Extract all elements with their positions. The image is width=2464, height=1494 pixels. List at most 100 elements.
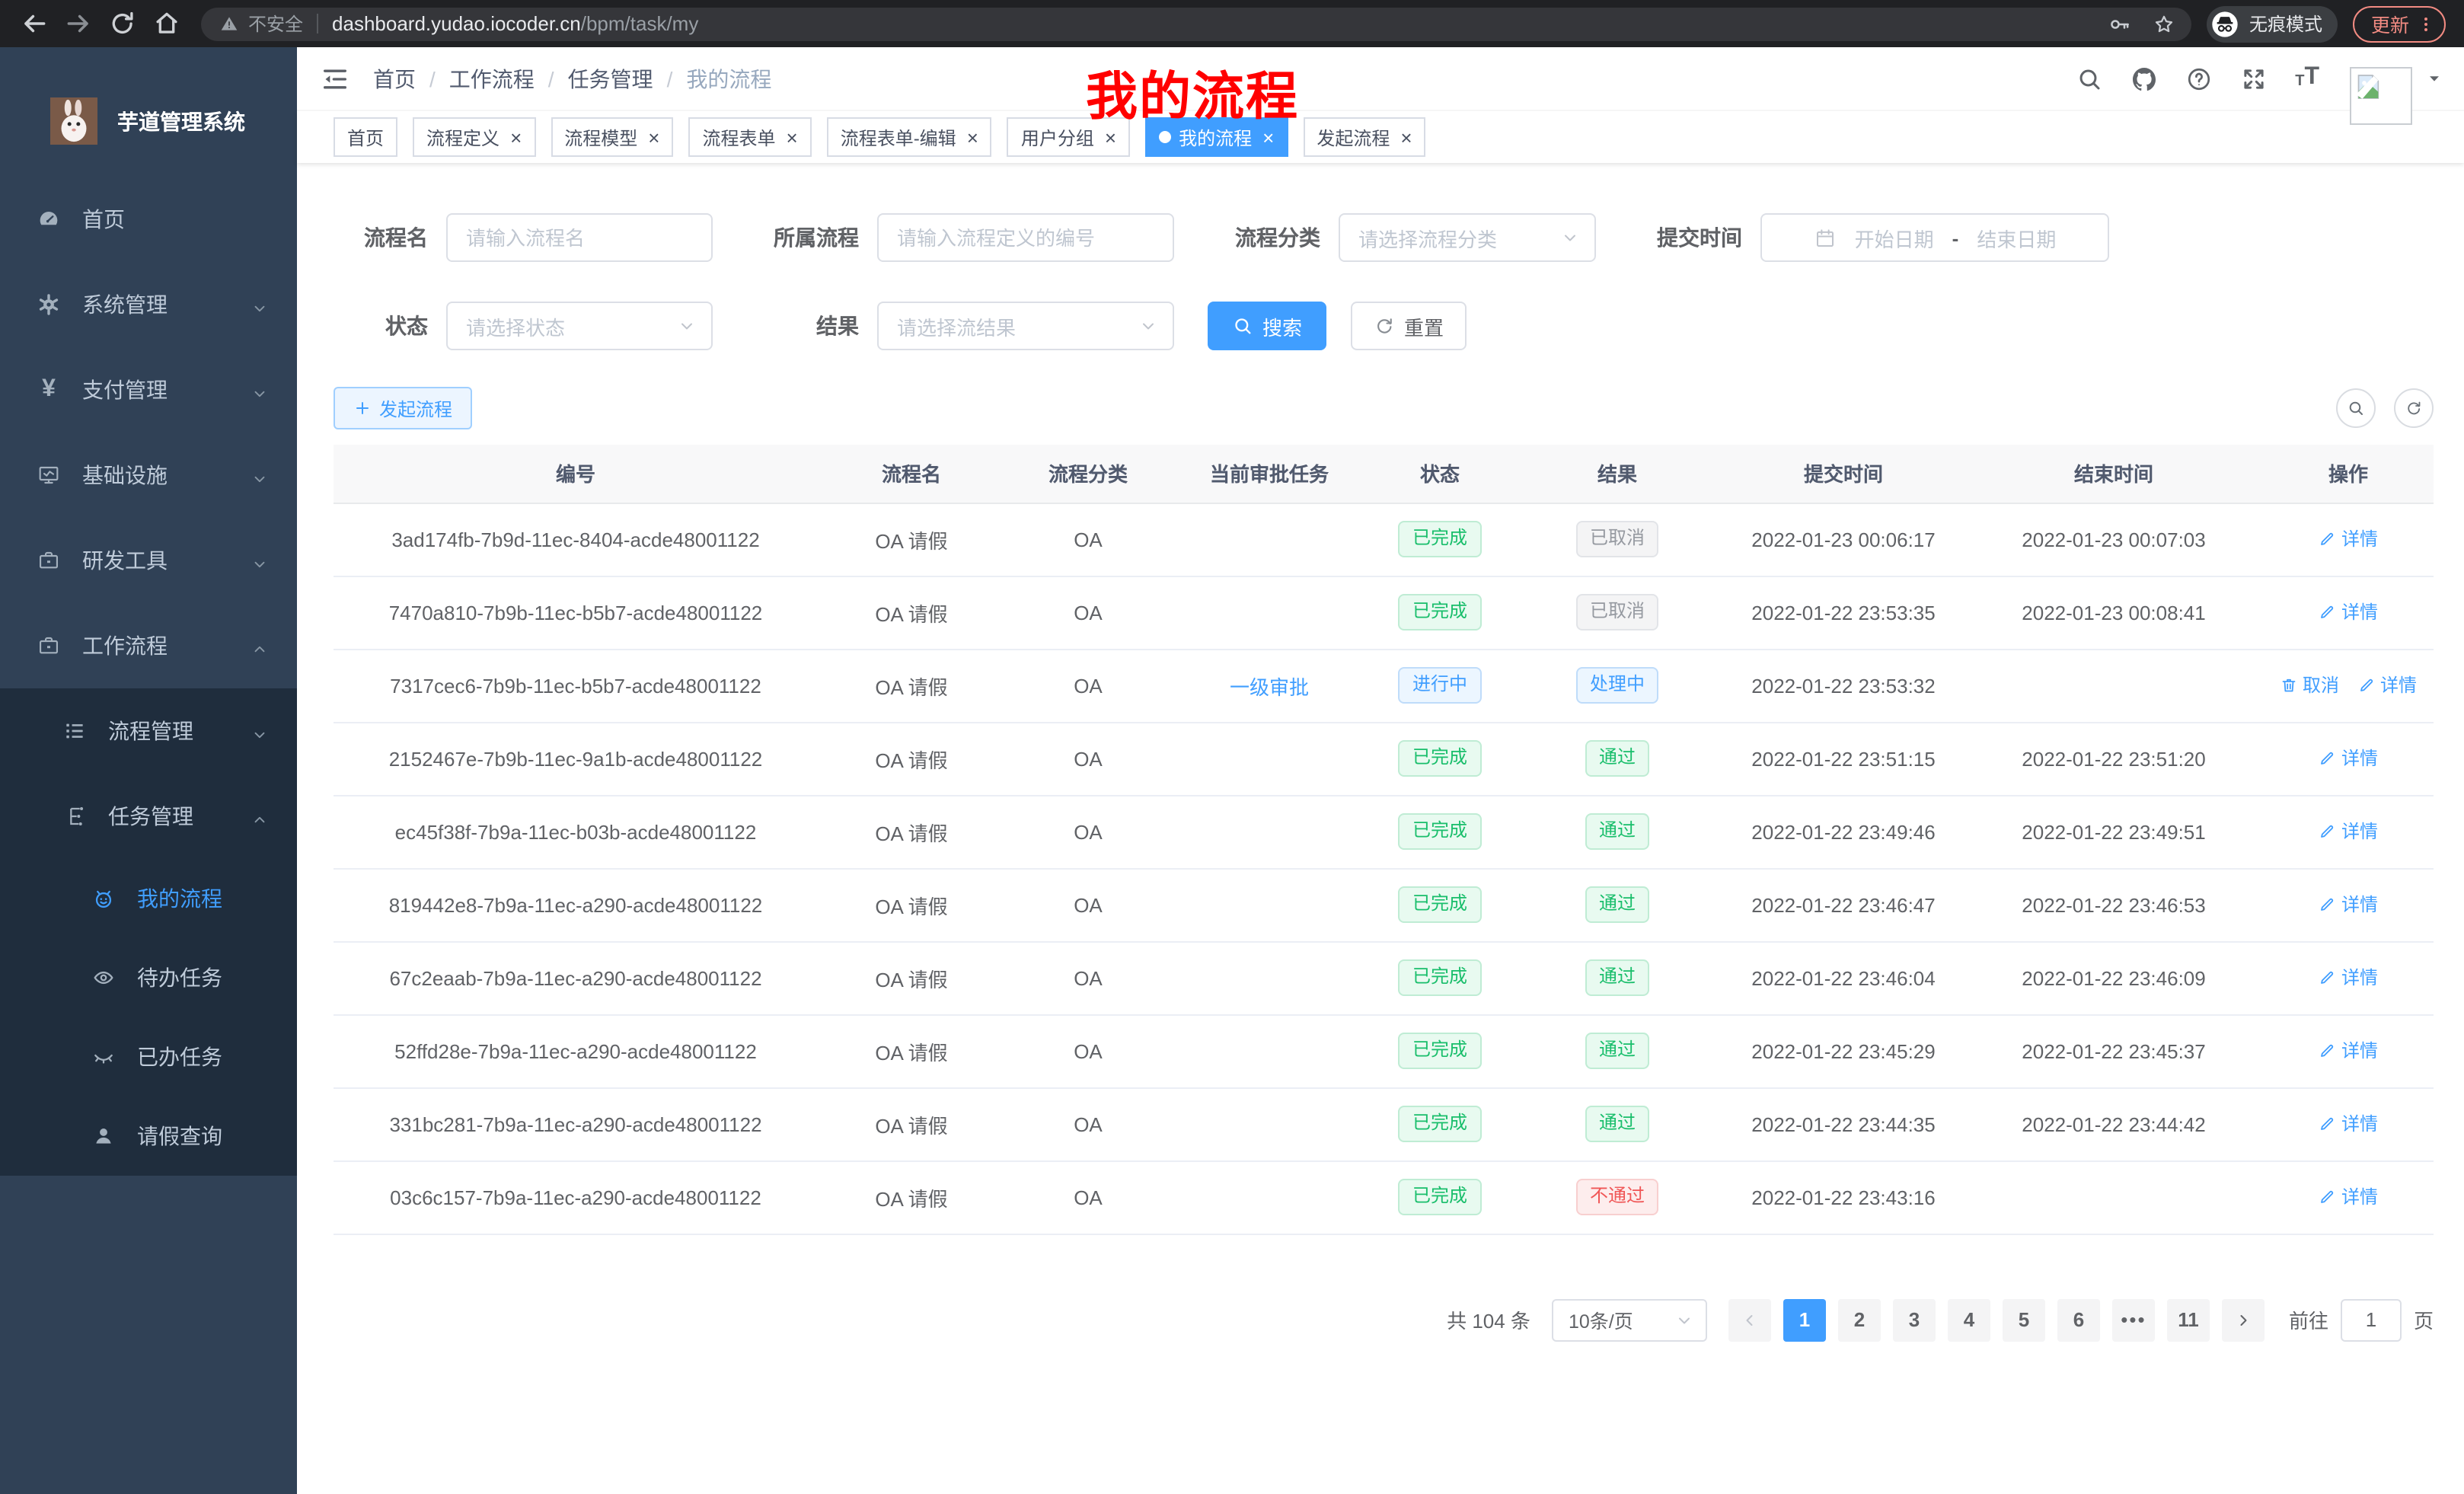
update-button[interactable]: 更新 — [2353, 5, 2446, 42]
process-def-input[interactable] — [877, 213, 1174, 262]
sidebar-item[interactable]: ¥支付管理 — [0, 347, 297, 433]
detail-link[interactable]: 详情 — [2319, 1184, 2378, 1210]
cell-result: 已取消 — [1512, 576, 1722, 649]
github-icon[interactable] — [2130, 65, 2158, 92]
sidebar-item[interactable]: 请假查询 — [0, 1097, 297, 1176]
breadcrumb-item[interactable]: 工作流程 — [449, 63, 535, 94]
cancel-link[interactable]: 取消 — [2280, 672, 2339, 698]
sidebar-collapse-icon[interactable] — [320, 63, 350, 94]
detail-link[interactable]: 详情 — [2319, 819, 2378, 844]
browser-back-icon[interactable] — [20, 9, 49, 38]
cell-status: 已完成 — [1368, 1087, 1512, 1160]
more-pages-button[interactable]: ••• — [2112, 1298, 2155, 1341]
detail-link[interactable]: 详情 — [2319, 745, 2378, 771]
table-toolbar: 发起流程 — [334, 387, 2434, 429]
cell-id: 331bc281-7b9a-11ec-a290-acde48001122 — [334, 1087, 818, 1160]
chevron-up-icon — [251, 808, 268, 825]
sidebar-item[interactable]: 任务管理 — [0, 774, 297, 859]
tab-label: 流程表单-编辑 — [841, 124, 956, 150]
password-key-icon[interactable] — [2108, 11, 2132, 36]
submit-time-range[interactable]: 开始日期 - 结束日期 — [1760, 213, 2109, 262]
sidebar-item[interactable]: 基础设施 — [0, 433, 297, 518]
sidebar-item[interactable]: 流程管理 — [0, 688, 297, 774]
page-button[interactable]: 6 — [2057, 1298, 2100, 1341]
cell-id: 7470a810-7b9b-11ec-b5b7-acde48001122 — [334, 576, 818, 649]
sidebar-item[interactable]: 系统管理 — [0, 262, 297, 347]
tab-item[interactable]: 流程表单-编辑 × — [827, 117, 992, 157]
table-refresh-button[interactable] — [2394, 388, 2434, 428]
close-icon[interactable]: × — [1262, 127, 1274, 147]
detail-link[interactable]: 详情 — [2357, 672, 2417, 698]
header-search-icon[interactable] — [2076, 65, 2103, 92]
create-process-button[interactable]: 发起流程 — [334, 387, 472, 429]
browser-reload-icon[interactable] — [108, 9, 137, 38]
tab-item[interactable]: 流程表单× — [688, 117, 811, 157]
close-icon[interactable]: × — [787, 127, 798, 147]
fullscreen-icon[interactable] — [2240, 65, 2268, 92]
reset-button[interactable]: 重置 — [1351, 302, 1467, 350]
browser-home-icon[interactable] — [152, 9, 181, 38]
table-search-button[interactable] — [2336, 388, 2376, 428]
app-logo[interactable]: 芋道管理系统 — [0, 47, 297, 177]
detail-link[interactable]: 详情 — [2319, 965, 2378, 991]
close-icon[interactable]: × — [648, 127, 659, 147]
sidebar-item[interactable]: 研发工具 — [0, 518, 297, 603]
category-select[interactable]: 请选择流程分类 — [1339, 213, 1596, 262]
page-button[interactable]: 1 — [1783, 1298, 1826, 1341]
page-button[interactable]: 4 — [1948, 1298, 1990, 1341]
detail-link[interactable]: 详情 — [2319, 599, 2378, 625]
current-task-link[interactable]: 一级审批 — [1230, 675, 1309, 698]
sidebar-item[interactable]: 首页 — [0, 177, 297, 262]
status-select[interactable]: 请选择状态 — [446, 302, 713, 350]
address-bar[interactable]: 不安全 dashboard.yudao.iocoder.cn/bpm/task/… — [201, 7, 2191, 40]
result-select[interactable]: 请选择流结果 — [877, 302, 1174, 350]
cell-process-name: OA 请假 — [818, 503, 1005, 576]
breadcrumb-item[interactable]: 任务管理 — [568, 63, 653, 94]
cell-current-task — [1171, 1160, 1368, 1234]
detail-link[interactable]: 详情 — [2319, 1038, 2378, 1064]
page-size-select[interactable]: 10条/页 — [1552, 1298, 1707, 1341]
tab-item[interactable]: 发起流程× — [1303, 117, 1425, 157]
close-icon[interactable]: × — [967, 127, 978, 147]
tab-item[interactable]: 流程定义× — [413, 117, 535, 157]
tab-item[interactable]: 首页 — [334, 117, 397, 157]
process-name-input[interactable] — [446, 213, 713, 262]
cell-process-name: OA 请假 — [818, 868, 1005, 941]
goto-page-input[interactable] — [2341, 1298, 2402, 1341]
cell-result: 通过 — [1512, 795, 1722, 868]
actions: 详情 — [2319, 819, 2378, 844]
sidebar-item[interactable]: 工作流程 — [0, 603, 297, 688]
detail-label: 详情 — [2341, 599, 2378, 625]
table-row: 3ad174fb-7b9d-11ec-8404-acde48001122OA 请… — [334, 503, 2434, 576]
close-icon[interactable]: × — [510, 127, 522, 147]
browser-menu-icon[interactable] — [2415, 13, 2437, 34]
help-icon[interactable] — [2185, 65, 2213, 92]
column-header: 编号 — [334, 445, 818, 503]
sidebar-item-label: 支付管理 — [82, 375, 168, 405]
status-placeholder: 请选择状态 — [466, 311, 678, 340]
breadcrumb-item[interactable]: 首页 — [373, 63, 416, 94]
avatar-caret-icon[interactable] — [2426, 70, 2443, 87]
detail-link[interactable]: 详情 — [2319, 526, 2378, 552]
close-icon[interactable]: × — [1105, 127, 1116, 147]
sidebar-item[interactable]: 已办任务 — [0, 1017, 297, 1097]
next-page-button[interactable] — [2222, 1298, 2265, 1341]
sidebar-item[interactable]: 待办任务 — [0, 938, 297, 1017]
bookmark-star-icon[interactable] — [2152, 11, 2176, 36]
page-button[interactable]: 11 — [2167, 1298, 2210, 1341]
page-button[interactable]: 3 — [1893, 1298, 1936, 1341]
result-label: 结果 — [740, 311, 859, 341]
detail-link[interactable]: 详情 — [2319, 892, 2378, 918]
tab-item[interactable]: 流程模型× — [551, 117, 673, 157]
browser-forward-icon[interactable] — [64, 9, 93, 38]
table-row: 819442e8-7b9a-11ec-a290-acde48001122OA 请… — [334, 868, 2434, 941]
close-icon[interactable]: × — [1400, 127, 1412, 147]
status-badge: 已完成 — [1399, 1033, 1481, 1068]
page-button[interactable]: 2 — [1838, 1298, 1881, 1341]
page-button[interactable]: 5 — [2003, 1298, 2045, 1341]
detail-link[interactable]: 详情 — [2319, 1111, 2378, 1137]
sidebar-item[interactable]: 我的流程 — [0, 859, 297, 938]
search-button[interactable]: 搜索 — [1208, 302, 1326, 350]
avatar[interactable] — [2350, 67, 2412, 125]
text-size-icon[interactable]: TT — [2295, 65, 2319, 92]
